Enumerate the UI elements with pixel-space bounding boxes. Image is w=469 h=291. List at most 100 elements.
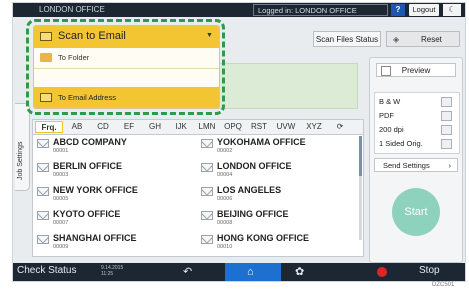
list-item[interactable]: KYOTO OFFICE 00007: [35, 209, 191, 229]
list-item[interactable]: LONDON OFFICE 00004: [199, 161, 355, 181]
chevron-right-icon: ›: [448, 161, 452, 170]
entry-name: LONDON OFFICE: [217, 161, 292, 171]
scrollbar-thumb[interactable]: [359, 136, 362, 176]
tab-uvw[interactable]: UVW: [273, 121, 299, 133]
entry-number: 00003: [53, 172, 69, 178]
color-mode-icon: [441, 97, 452, 107]
job-settings-tab[interactable]: Job Settings: [15, 103, 30, 191]
folder-icon: [40, 53, 52, 62]
tab-opq[interactable]: OPQ: [221, 121, 245, 133]
envelope-icon: [37, 235, 49, 244]
top-status-bar: LONDON OFFICE Logged in: LONDON OFFICE ?…: [13, 3, 465, 17]
option-to-folder[interactable]: To Folder: [34, 48, 219, 69]
date-time: 9.14.2015 11:25: [101, 265, 123, 277]
list-item[interactable]: YOKOHAMA OFFICE 00002: [199, 137, 355, 157]
tab-lmn[interactable]: LMN: [195, 121, 219, 133]
selected-label: Scan to Email: [58, 30, 126, 42]
file-type: PDF: [379, 111, 394, 120]
logout-button[interactable]: Logout: [409, 4, 439, 16]
envelope-icon: [201, 163, 213, 172]
list-item[interactable]: BERLIN OFFICE 00003: [35, 161, 191, 181]
energy-saver-button[interactable]: ☾: [443, 4, 461, 16]
current-settings: B & W PDF 200 dpi 1 Sided Orig.: [374, 92, 460, 154]
figure-code: DZC501: [432, 282, 455, 288]
tab-gh[interactable]: GH: [143, 121, 167, 133]
destination-field[interactable]: [218, 63, 358, 109]
tab-rst[interactable]: RST: [247, 121, 271, 133]
entry-number: 00002: [217, 148, 233, 154]
scan-files-status-button[interactable]: Scan Files Status: [313, 31, 381, 47]
list-item[interactable]: SHANGHAI OFFICE 00009: [35, 233, 191, 253]
switch-icon[interactable]: ⟳: [331, 121, 349, 133]
envelope-icon: [37, 163, 49, 172]
envelope-icon: [201, 187, 213, 196]
help-button[interactable]: ?: [391, 4, 405, 16]
gear-icon[interactable]: ✿: [295, 265, 304, 278]
envelope-icon: [201, 235, 213, 244]
index-tabs: Frq. AB CD EF GH IJK LMN OPQ RST UVW XYZ…: [33, 120, 363, 135]
entry-number: 00004: [217, 172, 233, 178]
entry-number: 00005: [53, 196, 69, 202]
envelope-icon: [37, 211, 49, 220]
entry-name: KYOTO OFFICE: [53, 209, 121, 219]
entry-name: BEIJING OFFICE: [217, 209, 289, 219]
color-mode: B & W: [379, 97, 401, 106]
preview-panel: Preview B & W PDF 200 dpi 1 Sided Orig. …: [369, 57, 463, 263]
tab-frequent[interactable]: Frq.: [35, 121, 63, 133]
entry-name: SHANGHAI OFFICE: [53, 233, 137, 243]
dropdown-selected[interactable]: Scan to Email ▼: [34, 26, 219, 48]
checkbox-icon: [381, 66, 391, 76]
option-label: To Email Address: [58, 93, 116, 102]
tab-ab[interactable]: AB: [65, 121, 89, 133]
home-icon: ⌂: [247, 266, 254, 278]
envelope-icon: [37, 187, 49, 196]
check-status-button[interactable]: Check Status: [17, 265, 76, 276]
list-item[interactable]: BEIJING OFFICE 00008: [199, 209, 355, 229]
option-label: To Folder: [58, 53, 90, 62]
back-icon[interactable]: ↶: [183, 265, 192, 278]
chevron-down-icon: ▼: [206, 32, 213, 39]
preview-label: Preview: [401, 66, 431, 75]
option-to-email-address[interactable]: To Email Address: [34, 87, 219, 108]
entry-number: 00008: [217, 220, 233, 226]
tab-ijk[interactable]: IJK: [169, 121, 193, 133]
send-settings-button[interactable]: Send Settings ›: [374, 158, 458, 172]
entry-name: HONG KONG OFFICE: [217, 233, 309, 243]
envelope-icon: [37, 139, 49, 148]
stop-button[interactable]: Stop: [419, 265, 440, 276]
entry-name: LOS ANGELES: [217, 185, 282, 195]
list-scrollbar[interactable]: [359, 136, 362, 240]
highlight-outline: Scan to Email ▼ To Folder To Email Addre…: [26, 19, 225, 115]
reset-button[interactable]: ◈ Reset: [386, 31, 460, 47]
office-name: LONDON OFFICE: [39, 5, 105, 14]
job-settings-label: Job Settings: [17, 141, 24, 180]
entry-number: 00010: [217, 244, 233, 250]
list-item[interactable]: ABCD COMPANY 00001: [35, 137, 191, 157]
envelope-icon: [201, 211, 213, 220]
tab-xyz[interactable]: XYZ: [301, 121, 327, 133]
address-book: Frq. AB CD EF GH IJK LMN OPQ RST UVW XYZ…: [32, 119, 364, 257]
envelope-icon: [40, 32, 52, 41]
resolution-icon: [441, 125, 452, 135]
stop-icon[interactable]: [377, 267, 387, 277]
original-sides-icon: [441, 139, 452, 149]
tab-cd[interactable]: CD: [91, 121, 115, 133]
home-button[interactable]: ⌂: [225, 263, 281, 281]
list-item[interactable]: HONG KONG OFFICE 00010: [199, 233, 355, 253]
tab-ef[interactable]: EF: [117, 121, 141, 133]
original-sides: 1 Sided Orig.: [379, 139, 423, 148]
printer-panel-screen: LONDON OFFICE Logged in: LONDON OFFICE ?…: [12, 2, 466, 282]
dropdown-spacer: [34, 69, 219, 87]
list-item[interactable]: LOS ANGELES 00006: [199, 185, 355, 205]
entry-number: 00007: [53, 220, 69, 226]
preview-toggle[interactable]: Preview: [376, 63, 456, 77]
entry-name: BERLIN OFFICE: [53, 161, 122, 171]
list-item[interactable]: NEW YORK OFFICE 00005: [35, 185, 191, 205]
entry-number: 00009: [53, 244, 69, 250]
reset-label: Reset: [421, 35, 442, 44]
entry-name: ABCD COMPANY: [53, 137, 127, 147]
scan-mode-dropdown[interactable]: Scan to Email ▼ To Folder To Email Addre…: [33, 25, 220, 109]
start-button[interactable]: Start: [392, 188, 440, 236]
entry-name: NEW YORK OFFICE: [53, 185, 138, 195]
bottom-bar: Check Status 9.14.2015 11:25 ↶ ⌂ ✿ Stop: [13, 263, 465, 281]
